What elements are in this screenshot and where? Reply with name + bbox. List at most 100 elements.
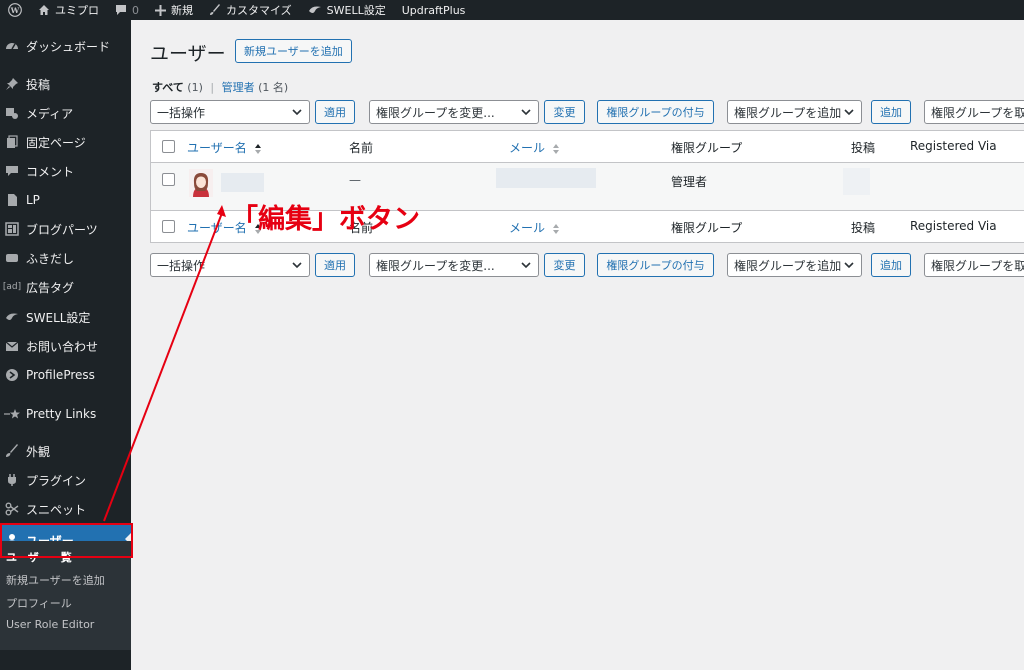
filter-all-count: (1) [187, 81, 203, 94]
add-role-button-bottom[interactable]: 追加 [871, 253, 911, 277]
page-title: ユーザー [150, 43, 226, 65]
comments-link[interactable]: 0 [107, 0, 147, 20]
customize-label: カスタマイズ [226, 4, 292, 17]
sidebar-item-label: ProfilePress [26, 368, 95, 382]
apply-button[interactable]: 適用 [315, 100, 355, 124]
annotation-label: 「編集」ボタン [231, 204, 420, 235]
brush-icon [210, 4, 220, 15]
pin-icon [0, 77, 24, 91]
sidebar-item-snippets[interactable]: スニペット [0, 495, 131, 523]
sidebar-item-plugins[interactable]: プラグイン [0, 466, 131, 494]
column-username-label: ユーザー名 [187, 141, 247, 155]
column-registered-via-footer: Registered Via [910, 219, 997, 233]
sidebar-item-label: ダッシュボード [26, 39, 111, 54]
sidebar-item-dashboard[interactable]: ダッシュボード [0, 32, 131, 60]
sidebar-item-pretty-links[interactable]: Pretty Links [0, 400, 131, 428]
sidebar-item-profilepress[interactable]: ProfilePress [0, 361, 131, 389]
sidebar-item-ad-tag[interactable]: [ad] 広告タグ [0, 273, 131, 301]
sidebar-item-media[interactable]: メディア [0, 99, 131, 127]
change-role-select[interactable]: 権限グループを変更... [369, 100, 539, 124]
submenu-item-all-users[interactable]: ユーザー一覧 [6, 549, 72, 565]
remove-role-select-bottom[interactable]: 権限グループを取 [924, 253, 1024, 277]
change-role-button-bottom[interactable]: 変更 [544, 253, 585, 277]
remove-role-selected: 権限グループを取 [931, 105, 1024, 120]
site-name-link[interactable]: ユミプロ [30, 0, 107, 20]
submenu-item-user-role-editor[interactable]: User Role Editor [6, 618, 94, 631]
change-role-select-bottom[interactable]: 権限グループを変更... [369, 253, 539, 277]
submenu-item-profile[interactable]: プロフィール [6, 595, 72, 611]
chevron-down-icon [292, 109, 302, 116]
filter-admin-link[interactable]: 管理者 [222, 81, 255, 94]
sidebar-item-label: 固定ページ [26, 135, 86, 150]
username-link-redacted[interactable] [221, 173, 264, 192]
sidebar-item-label: ブログパーツ [26, 222, 98, 237]
add-new-user-button[interactable]: 新規ユーザーを追加 [235, 39, 352, 63]
change-role-selected: 権限グループを変更... [376, 105, 495, 120]
submenu-item-add-new-user[interactable]: 新規ユーザーを追加 [6, 572, 105, 588]
speech-bubble-icon [0, 252, 24, 264]
swell-icon [0, 311, 24, 323]
grant-role-button[interactable]: 権限グループの付与 [597, 100, 714, 124]
sidebar-item-swell-settings[interactable]: SWELL設定 [0, 303, 131, 331]
sidebar-item-blog-parts[interactable]: ブログパーツ [0, 215, 131, 243]
add-role-select[interactable]: 権限グループを追加 [727, 100, 862, 124]
mail-icon [0, 341, 24, 352]
column-email[interactable]: メール [509, 139, 560, 156]
chevron-down-icon [844, 109, 854, 116]
comments-count: 0 [132, 3, 139, 17]
remove-role-select[interactable]: 権限グループを取 [924, 100, 1024, 124]
sidebar-item-label: 広告タグ [26, 280, 75, 295]
brush-icon [0, 444, 24, 458]
wordpress-logo-button[interactable]: W [0, 0, 30, 20]
bulk-action-select-bottom[interactable]: 一括操作 [150, 253, 310, 277]
filter-all-link[interactable]: すべて [152, 81, 184, 94]
page-icon [0, 135, 24, 149]
new-label: 新規 [171, 4, 193, 17]
user-role-filters: すべて (1) | 管理者 (1 名) [152, 79, 288, 95]
bulk-action-selected: 一括操作 [157, 258, 206, 273]
sidebar-item-contact[interactable]: お問い合わせ [0, 332, 131, 360]
change-role-button[interactable]: 変更 [544, 100, 585, 124]
home-icon [39, 5, 49, 15]
sort-icon [552, 143, 559, 154]
select-all-checkbox-footer[interactable] [162, 220, 175, 233]
customize-link[interactable]: カスタマイズ [201, 0, 300, 20]
sidebar-item-fukidashi[interactable]: ふきだし [0, 244, 131, 272]
ad-icon: [ad] [2, 282, 22, 292]
column-username[interactable]: ユーザー名 [187, 139, 262, 156]
swell-label: SWELL設定 [326, 4, 386, 17]
svg-text:W: W [10, 6, 20, 15]
dashboard-icon [0, 39, 24, 53]
sort-icon [552, 223, 559, 234]
remove-role-selected: 権限グループを取 [931, 258, 1024, 273]
sidebar-item-lp[interactable]: LP [0, 186, 131, 214]
user-avatar [189, 169, 213, 197]
new-content-link[interactable]: 新規 [147, 0, 201, 20]
apply-button-bottom[interactable]: 適用 [315, 253, 355, 277]
row-role: 管理者 [671, 175, 708, 189]
bulk-action-selected: 一括操作 [157, 105, 206, 120]
add-role-select-bottom[interactable]: 権限グループを追加 [727, 253, 862, 277]
grant-role-button-bottom[interactable]: 権限グループの付与 [597, 253, 714, 277]
change-role-selected: 権限グループを変更... [376, 258, 495, 273]
chevron-down-icon [292, 262, 302, 269]
swell-icon [308, 6, 321, 13]
column-posts-footer: 投稿 [851, 221, 876, 235]
row-checkbox[interactable] [162, 173, 175, 186]
sidebar-item-comments[interactable]: コメント [0, 157, 131, 185]
updraftplus-link[interactable]: UpdraftPlus [394, 0, 474, 20]
sort-asc-icon [254, 143, 261, 154]
sidebar-item-appearance[interactable]: 外観 [0, 437, 131, 465]
swell-settings-link[interactable]: SWELL設定 [300, 0, 394, 20]
updraft-label: UpdraftPlus [401, 3, 466, 17]
users-submenu: ユーザー一覧 新規ユーザーを追加 プロフィール User Role Editor [0, 541, 131, 650]
add-role-button[interactable]: 追加 [871, 100, 911, 124]
sidebar-item-label: スニペット [26, 502, 87, 517]
sidebar-item-label: 外観 [26, 444, 51, 459]
column-role: 権限グループ [671, 141, 743, 155]
select-all-checkbox[interactable] [162, 140, 175, 153]
bulk-action-select[interactable]: 一括操作 [150, 100, 310, 124]
column-email-footer[interactable]: メール [509, 219, 560, 236]
sidebar-item-posts[interactable]: 投稿 [0, 70, 131, 98]
sidebar-item-pages[interactable]: 固定ページ [0, 128, 131, 156]
